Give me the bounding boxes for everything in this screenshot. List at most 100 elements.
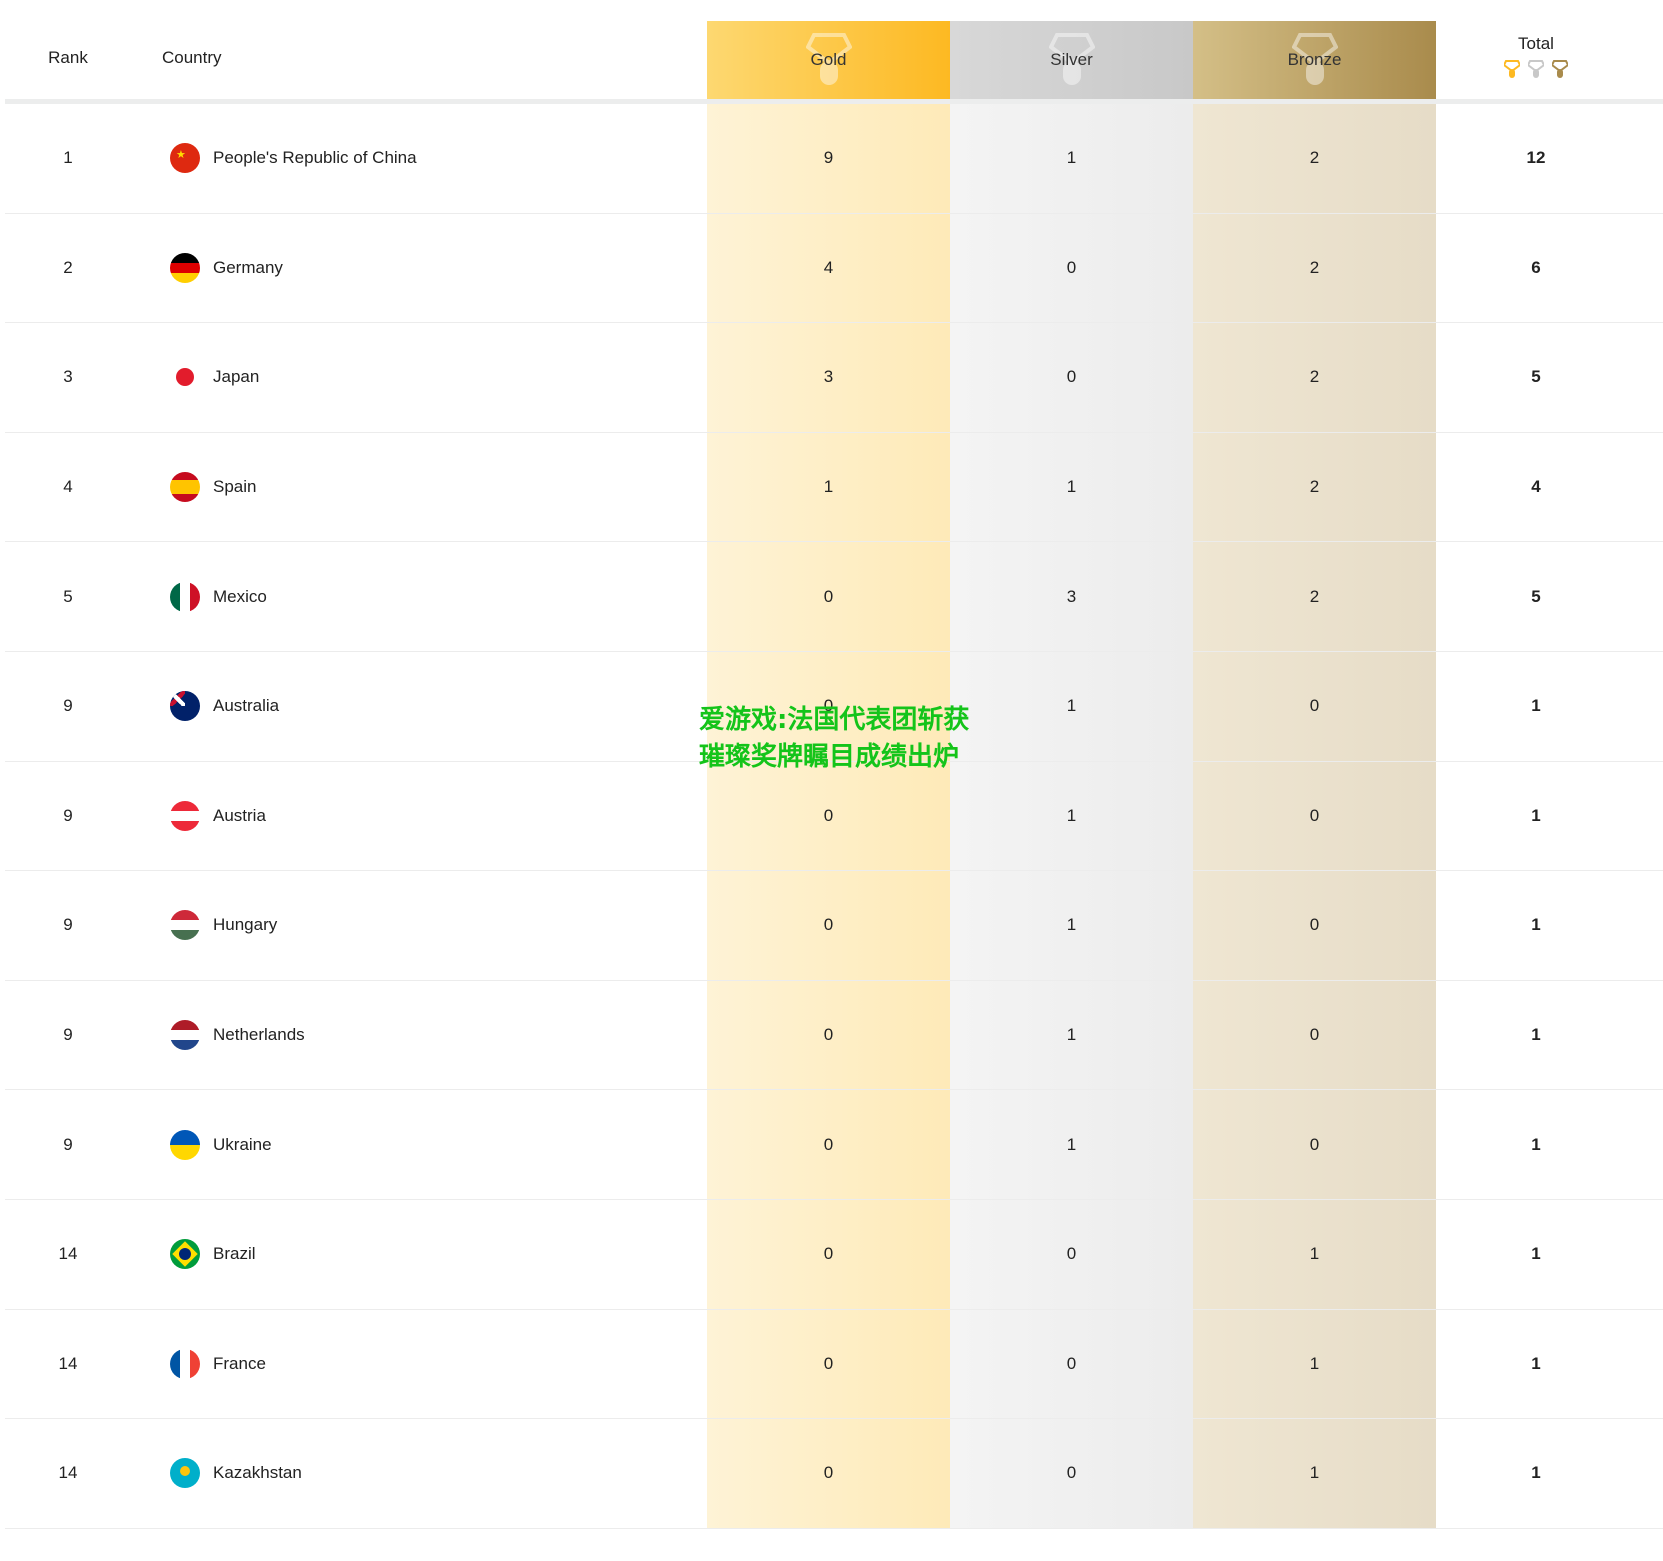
country-name[interactable]: Germany <box>213 214 283 323</box>
bronze-count: 0 <box>1193 871 1436 980</box>
flag-cell <box>170 214 200 323</box>
silver-count: 1 <box>950 871 1193 980</box>
bronze-count: 2 <box>1193 432 1436 542</box>
silver-count: 0 <box>950 323 1193 432</box>
silver-count: 1 <box>950 980 1193 1090</box>
table-row[interactable]: 14 France 0 0 1 1 <box>5 1309 1663 1420</box>
gold-count: 0 <box>707 542 950 651</box>
table-row[interactable]: 14 Brazil 0 0 1 1 <box>5 1199 1663 1310</box>
spain-flag-icon <box>170 472 200 503</box>
gold-count: 0 <box>707 1090 950 1199</box>
country-name[interactable]: Kazakhstan <box>213 1419 302 1528</box>
gold-count: 0 <box>707 1309 950 1419</box>
flag-cell <box>170 1090 200 1199</box>
country-name[interactable]: Japan <box>213 323 259 432</box>
total-count: 4 <box>1531 477 1541 497</box>
brazil-flag-icon <box>170 1239 200 1270</box>
table-row[interactable]: 3 Japan 3 0 2 5 <box>5 323 1663 433</box>
rank-cell: 14 <box>58 1463 78 1483</box>
total-count: 5 <box>1531 586 1541 606</box>
rank-cell: 9 <box>63 915 73 935</box>
country-name[interactable]: Mexico <box>213 542 267 651</box>
netherlands-flag-icon <box>170 1020 200 1051</box>
gold-count: 1 <box>707 432 950 542</box>
gold-count: 4 <box>707 213 950 323</box>
header-gold[interactable]: Gold <box>707 21 950 99</box>
country-name[interactable]: France <box>213 1310 266 1419</box>
bronze-count: 0 <box>1193 980 1436 1090</box>
header-country[interactable]: Country <box>162 48 222 68</box>
flag-cell <box>170 1200 200 1309</box>
gold-medal-icon <box>1504 60 1520 78</box>
table-row[interactable]: 14 Kazakhstan 0 0 1 1 <box>5 1419 1663 1529</box>
total-medal-icons <box>1436 60 1636 78</box>
table-body: 1 ★ People's Republic of China 9 1 2 12 2… <box>5 104 1663 1529</box>
silver-medal-icon <box>1528 60 1544 78</box>
table-row[interactable]: 9 Ukraine 0 1 0 1 <box>5 1090 1663 1200</box>
flag-cell <box>170 652 200 761</box>
flag-cell <box>170 1310 200 1419</box>
rank-cell: 2 <box>63 257 73 277</box>
china-flag-icon: ★ <box>170 143 200 174</box>
gold-count: 3 <box>707 323 950 432</box>
bronze-count: 2 <box>1193 542 1436 651</box>
total-count: 1 <box>1531 1463 1541 1483</box>
total-count: 1 <box>1531 1244 1541 1264</box>
rank-cell: 1 <box>63 148 73 168</box>
header-rank[interactable]: Rank <box>5 48 131 68</box>
table-row[interactable]: 9 Hungary 0 1 0 1 <box>5 871 1663 981</box>
germany-flag-icon <box>170 252 200 283</box>
table-row[interactable]: 4 Spain 1 1 2 4 <box>5 432 1663 543</box>
silver-count: 1 <box>950 432 1193 542</box>
country-name[interactable]: People's Republic of China <box>213 104 417 213</box>
silver-count: 1 <box>950 761 1193 871</box>
silver-count: 1 <box>950 104 1193 213</box>
gold-count: 0 <box>707 871 950 980</box>
flag-cell: ★ <box>170 104 200 213</box>
silver-count: 3 <box>950 542 1193 651</box>
watermark-text: 爱游戏:法国代表团斩获璀璨奖牌瞩目成绩出炉 <box>699 705 970 772</box>
header-silver[interactable]: Silver <box>950 21 1193 99</box>
rank-cell: 3 <box>63 367 73 387</box>
total-count: 1 <box>1531 1025 1541 1045</box>
gold-count: 0 <box>707 980 950 1090</box>
total-count: 1 <box>1531 915 1541 935</box>
australia-flag-icon <box>170 691 200 722</box>
country-name[interactable]: Australia <box>213 652 279 761</box>
flag-cell <box>170 433 200 542</box>
table-row[interactable]: 9 Netherlands 0 1 0 1 <box>5 980 1663 1091</box>
country-name[interactable]: Ukraine <box>213 1090 272 1199</box>
flag-cell <box>170 323 200 432</box>
header-total[interactable]: Total <box>1436 34 1636 54</box>
country-name[interactable]: Netherlands <box>213 981 305 1090</box>
bronze-count: 0 <box>1193 1090 1436 1199</box>
kazakhstan-flag-icon <box>170 1458 200 1489</box>
bronze-count: 2 <box>1193 323 1436 432</box>
table-row[interactable]: 1 ★ People's Republic of China 9 1 2 12 <box>5 104 1663 214</box>
rank-cell: 5 <box>63 586 73 606</box>
japan-flag-icon <box>170 362 200 393</box>
table-row[interactable]: 9 Austria 0 1 0 1 <box>5 761 1663 872</box>
total-count: 1 <box>1531 696 1541 716</box>
bronze-count: 1 <box>1193 1419 1436 1528</box>
country-name[interactable]: Austria <box>213 762 266 871</box>
country-name[interactable]: Spain <box>213 433 256 542</box>
total-count: 1 <box>1531 1353 1541 1373</box>
bronze-count: 0 <box>1193 651 1436 761</box>
mexico-flag-icon <box>170 581 200 612</box>
total-count: 1 <box>1531 805 1541 825</box>
rank-cell: 9 <box>63 805 73 825</box>
table-header: Rank Country Gold Silver Bronze Total <box>5 0 1663 104</box>
rank-cell: 14 <box>58 1353 78 1373</box>
header-bronze[interactable]: Bronze <box>1193 21 1436 99</box>
flag-cell <box>170 762 200 871</box>
flag-cell <box>170 542 200 651</box>
rank-cell: 4 <box>63 477 73 497</box>
france-flag-icon <box>170 1348 200 1379</box>
table-row[interactable]: 5 Mexico 0 3 2 5 <box>5 542 1663 652</box>
country-name[interactable]: Hungary <box>213 871 277 980</box>
rank-cell: 9 <box>63 1134 73 1154</box>
table-row[interactable]: 2 Germany 4 0 2 6 <box>5 213 1663 324</box>
country-name[interactable]: Brazil <box>213 1200 256 1309</box>
bronze-count: 2 <box>1193 213 1436 323</box>
